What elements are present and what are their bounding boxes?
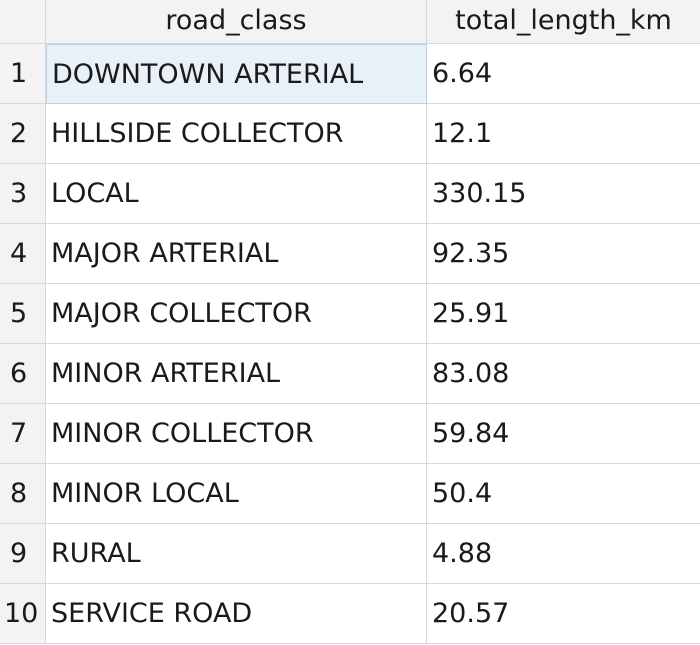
cell-road-class[interactable]: MAJOR ARTERIAL [46, 224, 427, 284]
cell-road-class[interactable]: LOCAL [46, 164, 427, 224]
cell-road-class[interactable]: DOWNTOWN ARTERIAL [46, 44, 427, 104]
table-row: 2 HILLSIDE COLLECTOR 12.1 [0, 104, 700, 164]
row-header[interactable]: 3 [0, 164, 46, 224]
cell-road-class[interactable]: MAJOR COLLECTOR [46, 284, 427, 344]
table-row: 10 SERVICE ROAD 20.57 [0, 584, 700, 644]
row-header[interactable]: 7 [0, 404, 46, 464]
row-header[interactable]: 4 [0, 224, 46, 284]
table-row: 6 MINOR ARTERIAL 83.08 [0, 344, 700, 404]
cell-road-class[interactable]: MINOR LOCAL [46, 464, 427, 524]
cell-road-class[interactable]: SERVICE ROAD [46, 584, 427, 644]
cell-road-class[interactable]: MINOR ARTERIAL [46, 344, 427, 404]
cell-total-length-km[interactable]: 12.1 [427, 104, 700, 164]
table-row: 3 LOCAL 330.15 [0, 164, 700, 224]
cell-total-length-km[interactable]: 50.4 [427, 464, 700, 524]
cell-total-length-km[interactable]: 25.91 [427, 284, 700, 344]
table-row: 1 DOWNTOWN ARTERIAL 6.64 [0, 44, 700, 104]
cell-road-class[interactable]: MINOR COLLECTOR [46, 404, 427, 464]
row-header[interactable]: 2 [0, 104, 46, 164]
table-row: 4 MAJOR ARTERIAL 92.35 [0, 224, 700, 284]
results-table: road_class total_length_km 1 DOWNTOWN AR… [0, 0, 700, 645]
row-header[interactable]: 6 [0, 344, 46, 404]
table-corner-select-all[interactable] [0, 0, 46, 44]
table-row: 7 MINOR COLLECTOR 59.84 [0, 404, 700, 464]
cell-total-length-km[interactable]: 330.15 [427, 164, 700, 224]
row-header[interactable]: 9 [0, 524, 46, 584]
column-header-total-length-km[interactable]: total_length_km [427, 0, 700, 44]
cell-road-class[interactable]: HILLSIDE COLLECTOR [46, 104, 427, 164]
cell-road-class[interactable]: RURAL [46, 524, 427, 584]
row-header[interactable]: 5 [0, 284, 46, 344]
cell-total-length-km[interactable]: 4.88 [427, 524, 700, 584]
cell-total-length-km[interactable]: 6.64 [427, 44, 700, 104]
table-row: 5 MAJOR COLLECTOR 25.91 [0, 284, 700, 344]
cell-total-length-km[interactable]: 83.08 [427, 344, 700, 404]
row-header[interactable]: 10 [0, 584, 46, 644]
table-row: 8 MINOR LOCAL 50.4 [0, 464, 700, 524]
column-header-road-class[interactable]: road_class [46, 0, 427, 44]
table-row: 9 RURAL 4.88 [0, 524, 700, 584]
row-header[interactable]: 8 [0, 464, 46, 524]
cell-total-length-km[interactable]: 59.84 [427, 404, 700, 464]
row-header[interactable]: 1 [0, 44, 46, 104]
cell-total-length-km[interactable]: 20.57 [427, 584, 700, 644]
cell-total-length-km[interactable]: 92.35 [427, 224, 700, 284]
